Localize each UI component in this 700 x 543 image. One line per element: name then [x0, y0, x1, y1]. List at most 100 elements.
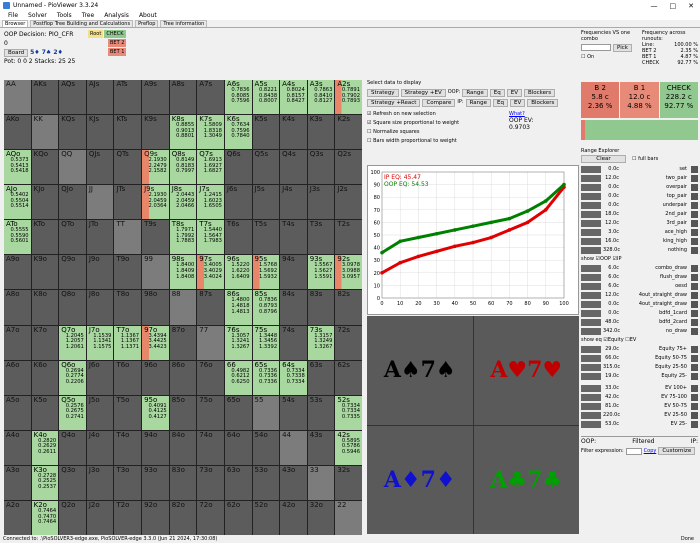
hand-cell[interactable]: 64o [224, 430, 252, 465]
range-row[interactable]: 342.0c no_draw [581, 327, 698, 335]
hand-cell[interactable]: T8s 1.7971 1.7992 1.7883 [169, 220, 197, 255]
tab-browser[interactable]: Browser [2, 20, 29, 27]
range-row[interactable]: 48.0c bdfd_2card [581, 318, 698, 326]
hand-cell[interactable]: 84o [169, 430, 197, 465]
range-row[interactable]: 6.0c flush_draw [581, 273, 698, 281]
hand-cell[interactable]: 94s [280, 255, 307, 290]
hand-cell[interactable]: 93o [142, 465, 169, 500]
hand-cell[interactable]: T7o 1.1367 1.1367 1.1371 [114, 325, 142, 360]
hand-cell[interactable]: A5o [4, 395, 31, 430]
hand-cell[interactable]: 62s [335, 360, 362, 395]
hand-cell[interactable]: T4s [280, 220, 307, 255]
range-row[interactable]: 12.0c 4out_straight_draw [581, 291, 698, 299]
hand-cell[interactable]: 82o [169, 500, 197, 535]
hand-cell[interactable]: 43o [280, 465, 307, 500]
range-row[interactable]: 33.0c EV 100+ [581, 384, 698, 392]
hand-cell[interactable]: A6s 0.7836 0.8085 0.7596 [224, 80, 252, 115]
hand-cell[interactable]: 96s 1.5220 1.6220 1.6409 [224, 255, 252, 290]
customize-button[interactable]: Customize [658, 447, 696, 455]
menu-file[interactable]: File [8, 12, 18, 19]
hand-cell[interactable]: KK [31, 115, 59, 150]
copy-link[interactable]: Copy [644, 448, 657, 454]
menu-solver[interactable]: Solver [28, 12, 47, 19]
range-row[interactable]: 3.0c ace_high [581, 228, 698, 236]
hand-cell[interactable]: KJo [31, 185, 59, 220]
range-row[interactable]: 0.0c top_pair [581, 192, 698, 200]
hand-cell[interactable]: KJs [86, 115, 114, 150]
hand-cell[interactable]: T6o [114, 360, 142, 395]
hand-cell[interactable]: 83o [169, 465, 197, 500]
hand-cell[interactable]: AKs [31, 80, 59, 115]
hand-cell[interactable]: K9o [31, 255, 59, 290]
tab-tree-info[interactable]: Tree information [160, 20, 208, 27]
hand-cell[interactable]: 76s 1.3057 1.3241 1.3267 [224, 325, 252, 360]
hand-cell[interactable]: J2s [335, 185, 362, 220]
hand-cell[interactable]: 92o [142, 500, 169, 535]
hand-cell[interactable]: K8o [31, 290, 59, 325]
menu-tree[interactable]: Tree [82, 12, 95, 19]
hand-cell[interactable]: 54s [280, 395, 307, 430]
range-row[interactable]: 42.0c EV 75-100 [581, 393, 698, 401]
hand-cell[interactable]: T2o [114, 500, 142, 535]
hand-cell[interactable]: 65s 0.7336 0.7336 0.7336 [252, 360, 280, 395]
hand-cell[interactable]: 85o [169, 395, 197, 430]
hand-cell[interactable]: J8o [86, 290, 114, 325]
normalize-checkbox[interactable]: ☐ Normalize squares [367, 129, 509, 138]
hand-cell[interactable]: 84s [280, 290, 307, 325]
range-row[interactable]: 12.0c two_pair [581, 174, 698, 182]
freq-b2[interactable]: B 2 5.8 c 2.36 % [581, 82, 620, 118]
hand-cell[interactable]: Q5o 0.2576 0.2675 0.2741 [59, 395, 86, 430]
square-size-checkbox[interactable]: ☑ Square size proportional to weight [367, 120, 509, 129]
hand-cell[interactable]: Q7s 1.6913 1.6927 1.6827 [197, 150, 224, 185]
oop-ev-button[interactable]: EV [506, 89, 522, 97]
hand-cell[interactable]: 42s 0.5895 0.5786 0.5946 [335, 430, 362, 465]
hand-cell[interactable]: 92s 3.0978 3.0988 3.0957 [335, 255, 362, 290]
hand-cell[interactable]: QJo [59, 185, 86, 220]
hand-cell[interactable]: Q2o [59, 500, 86, 535]
hand-cell[interactable]: Q3s [307, 150, 335, 185]
hand-cell[interactable]: A9s [142, 80, 169, 115]
hand-cell[interactable]: K7s 1.5809 1.8318 1.3049 [197, 115, 224, 150]
range-row[interactable]: 315.0c Equity 25-50 [581, 363, 698, 371]
hand-cell[interactable]: 43s [307, 430, 335, 465]
hand-cell[interactable]: 95o 0.4091 0.4125 0.4127 [142, 395, 169, 430]
hand-cell[interactable]: K5s [252, 115, 280, 150]
hand-cell[interactable]: QTs [114, 150, 142, 185]
hand-cell[interactable]: 98o [142, 290, 169, 325]
hand-cell[interactable]: 73o [197, 465, 224, 500]
close-button[interactable]: ✕ [688, 2, 694, 10]
hand-cell[interactable]: Q3o [59, 465, 86, 500]
ip-range-button[interactable]: Range [465, 99, 492, 107]
range-row[interactable]: 328.0c nothing [581, 246, 698, 254]
range-row[interactable]: 18.0c 2nd_pair [581, 210, 698, 218]
hand-cell[interactable]: 74o [197, 430, 224, 465]
range-row[interactable]: 19.0c Equity 25- [581, 372, 698, 380]
tree-bet2[interactable]: BET 2 [108, 39, 127, 47]
hand-cell[interactable]: 75o [197, 395, 224, 430]
pick-button[interactable]: Pick [613, 44, 632, 52]
strategy-button[interactable]: Strategy [367, 89, 399, 97]
hand-cell[interactable]: Q6o 0.2694 0.2774 0.2206 [59, 360, 86, 395]
range-row[interactable]: 220.0c EV 25-50 [581, 411, 698, 419]
hand-cell[interactable]: 64s 0.7334 0.7338 0.7334 [280, 360, 307, 395]
hand-cell[interactable]: KTo [31, 220, 59, 255]
hand-cell[interactable]: T7s 1.5440 1.5647 1.7983 [197, 220, 224, 255]
hand-cell[interactable]: 86s 1.4800 1.4818 1.4813 [224, 290, 252, 325]
hand-cell[interactable]: J6s [224, 185, 252, 220]
hand-cell[interactable]: J4o [86, 430, 114, 465]
hand-cell[interactable]: J9o [86, 255, 114, 290]
hand-cell[interactable]: JTo [86, 220, 114, 255]
combo-input[interactable] [581, 44, 611, 51]
hand-cell[interactable]: T4o [114, 430, 142, 465]
hand-cell[interactable]: K7o [31, 325, 59, 360]
card-clubs[interactable]: A♣7♣ [473, 425, 579, 534]
hand-cell[interactable]: 87s [197, 290, 224, 325]
hand-cell[interactable]: 97s 3.4005 3.4029 3.4024 [197, 255, 224, 290]
hand-cell[interactable]: A8o [4, 290, 31, 325]
card-spades[interactable]: A♠7♠ [367, 316, 473, 425]
hand-cell[interactable]: 22 [335, 500, 362, 535]
hand-cell[interactable]: Q4o [59, 430, 86, 465]
tree-check[interactable]: CHECK [104, 30, 126, 38]
hand-cell[interactable]: Q9o [59, 255, 86, 290]
hand-cell[interactable]: KQs [59, 115, 86, 150]
